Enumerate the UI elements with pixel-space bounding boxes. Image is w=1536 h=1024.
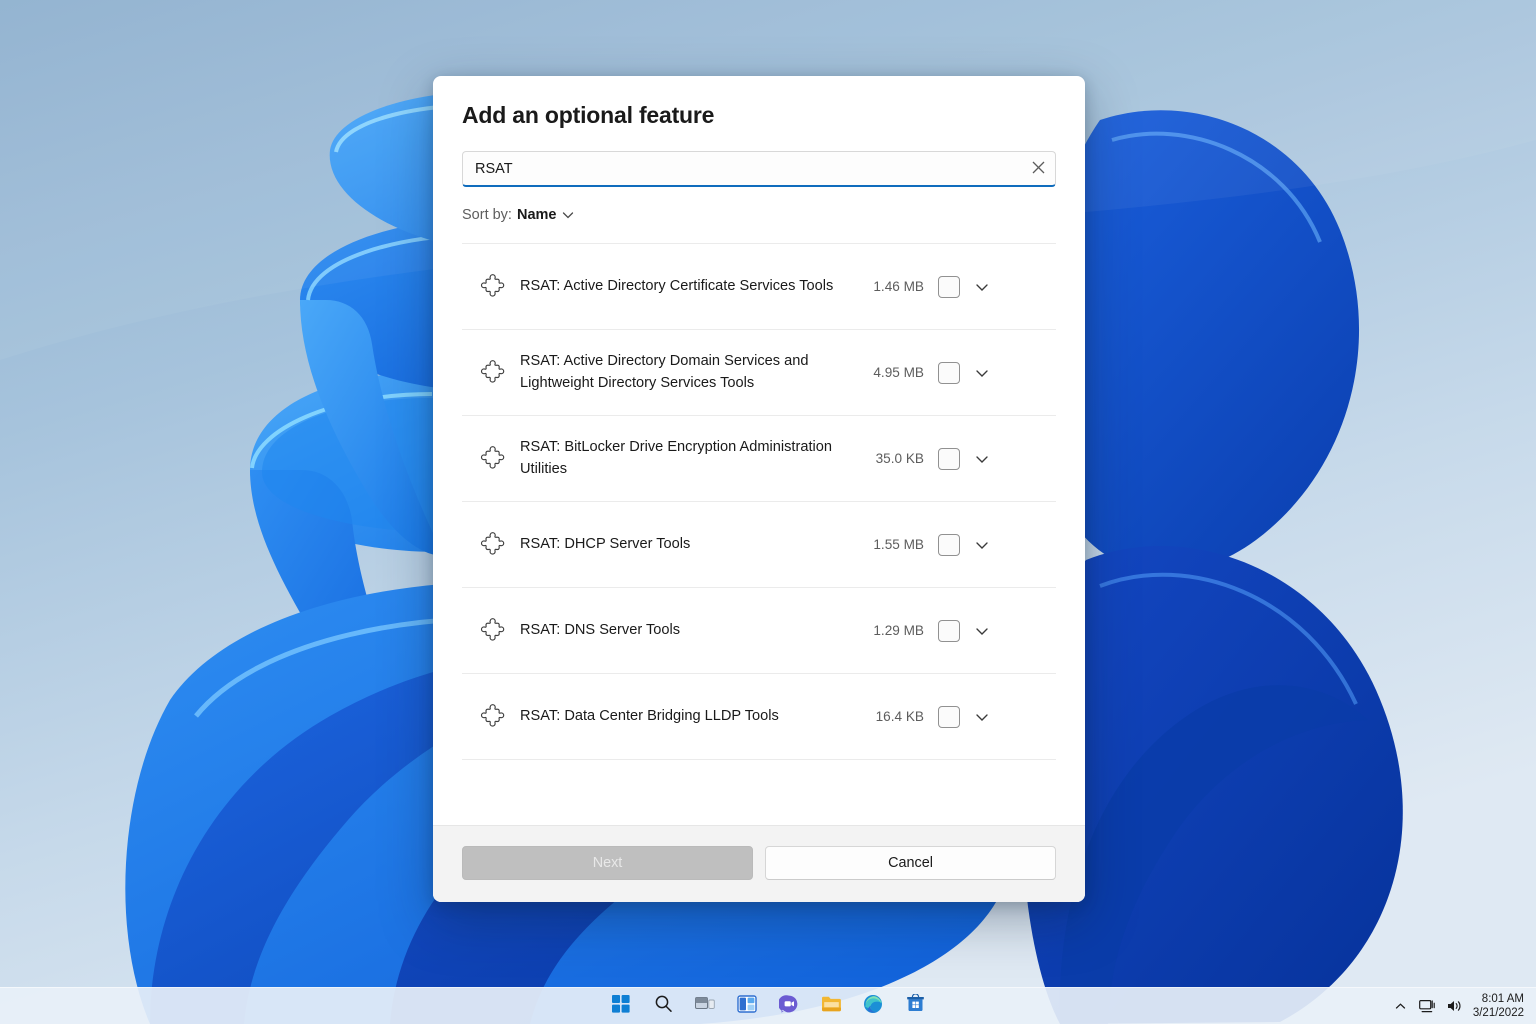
chat-button[interactable] [774, 991, 804, 1021]
puzzle-piece-icon [466, 617, 520, 644]
feature-checkbox[interactable] [938, 447, 960, 470]
cancel-button[interactable]: Cancel [765, 846, 1056, 880]
expand-chevron-down-icon[interactable] [960, 701, 1004, 733]
dialog-title: Add an optional feature [462, 102, 715, 128]
dialog-body: Add an optional feature Sort by: Name [433, 76, 1085, 825]
puzzle-piece-icon [466, 273, 520, 300]
file-explorer-button[interactable] [816, 991, 846, 1021]
task-view-button[interactable] [690, 991, 720, 1021]
expand-chevron-down-icon[interactable] [960, 357, 1004, 389]
taskbar-icons [606, 991, 930, 1021]
edge-button[interactable] [858, 991, 888, 1021]
feature-name: RSAT: Data Center Bridging LLDP Tools [520, 707, 779, 724]
puzzle-piece-icon [466, 359, 520, 386]
puzzle-piece-icon [466, 445, 520, 472]
desktop: Add an optional feature Sort by: Name [0, 0, 1536, 1024]
chevron-down-icon [561, 208, 575, 222]
feature-name: RSAT: BitLocker Drive Encryption Adminis… [520, 439, 832, 477]
table-row[interactable]: RSAT: BitLocker Drive Encryption Adminis… [462, 416, 1056, 502]
microsoft-store-button[interactable] [900, 991, 930, 1021]
edge-icon [863, 994, 883, 1019]
feature-checkbox[interactable] [938, 619, 960, 642]
file-explorer-icon [821, 995, 842, 1018]
feature-size: 1.46 MB [873, 279, 924, 294]
microsoft-store-icon [906, 993, 925, 1018]
feature-size: 35.0 KB [875, 451, 924, 466]
table-row[interactable]: RSAT: Data Center Bridging LLDP Tools 16… [462, 674, 1056, 760]
feature-checkbox[interactable] [938, 361, 960, 384]
table-row[interactable]: RSAT: DNS Server Tools 1.29 MB [462, 588, 1056, 674]
feature-name: RSAT: Active Directory Certificate Servi… [520, 277, 834, 294]
sort-by-label: Sort by: [462, 207, 512, 223]
feature-checkbox[interactable] [938, 275, 960, 298]
chat-icon [777, 994, 799, 1019]
clock-date: 3/21/2022 [1472, 1007, 1524, 1019]
table-row[interactable]: RSAT: Active Directory Certificate Servi… [462, 244, 1056, 330]
windows-start-icon [612, 994, 630, 1018]
sort-by-value: Name [516, 207, 557, 223]
puzzle-piece-icon [466, 531, 520, 558]
table-row-partial[interactable] [462, 760, 1056, 786]
expand-chevron-down-icon[interactable] [960, 529, 1004, 561]
expand-chevron-down-icon[interactable] [960, 615, 1004, 647]
dialog-footer: Next Cancel [433, 825, 1085, 902]
feature-name: RSAT: DHCP Server Tools [520, 535, 691, 552]
add-optional-feature-dialog: Add an optional feature Sort by: Name [433, 76, 1085, 902]
expand-chevron-down-icon[interactable] [960, 443, 1004, 475]
search-input[interactable] [463, 152, 1021, 185]
task-view-icon [695, 995, 715, 1018]
system-tray: 8:01 AM 3/21/2022 [1392, 992, 1528, 1021]
start-button[interactable] [606, 991, 636, 1021]
expand-chevron-down-icon[interactable] [960, 271, 1004, 303]
taskbar: 8:01 AM 3/21/2022 [0, 987, 1536, 1024]
search-box[interactable] [462, 151, 1056, 187]
feature-size: 4.95 MB [873, 365, 924, 380]
search-icon [654, 994, 673, 1018]
feature-size: 16.4 KB [875, 709, 924, 724]
feature-checkbox[interactable] [938, 705, 960, 728]
next-button[interactable]: Next [462, 846, 753, 880]
feature-name: RSAT: DNS Server Tools [520, 621, 681, 638]
table-row[interactable]: RSAT: Active Directory Domain Services a… [462, 330, 1056, 416]
clock[interactable]: 8:01 AM 3/21/2022 [1473, 992, 1528, 1021]
feature-checkbox[interactable] [938, 533, 960, 556]
close-icon [1032, 161, 1045, 177]
feature-list[interactable]: RSAT: Active Directory Certificate Servi… [462, 243, 1056, 825]
puzzle-piece-icon [466, 703, 520, 730]
feature-name: RSAT: Active Directory Domain Services a… [520, 353, 809, 391]
network-icon[interactable] [1419, 997, 1437, 1015]
sort-by-dropdown[interactable]: Sort by: Name [462, 187, 575, 243]
clear-search-button[interactable] [1021, 152, 1055, 185]
feature-size: 1.55 MB [873, 537, 924, 552]
table-row[interactable]: RSAT: DHCP Server Tools 1.55 MB [462, 502, 1056, 588]
clock-time: 8:01 AM [1481, 992, 1524, 1005]
widgets-icon [737, 994, 757, 1019]
volume-icon[interactable] [1446, 997, 1464, 1015]
widgets-button[interactable] [732, 991, 762, 1021]
feature-size: 1.29 MB [873, 623, 924, 638]
chevron-up-icon[interactable] [1392, 997, 1410, 1015]
search-button[interactable] [648, 991, 678, 1021]
